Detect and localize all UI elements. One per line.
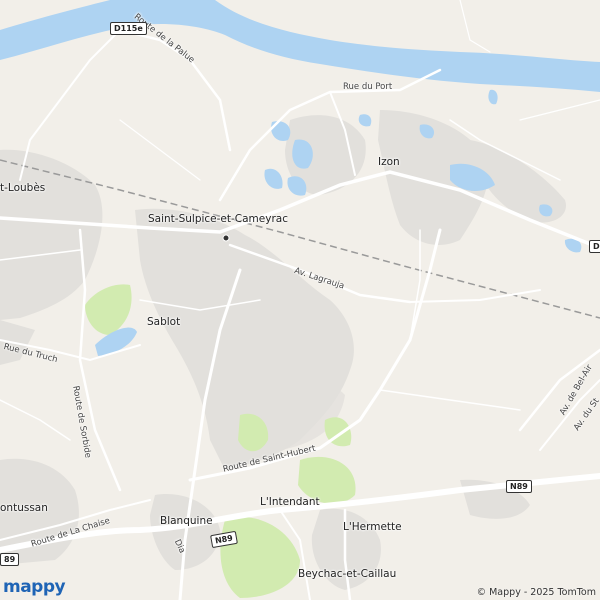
place-lhermette: L'Hermette <box>343 521 402 533</box>
place-saint-sulpice: Saint-Sulpice-et-Cameyrac <box>148 213 288 225</box>
river <box>0 0 600 92</box>
shield-n89-east: N89 <box>506 480 532 493</box>
map-base <box>0 0 600 600</box>
shield-edge-right: D2 <box>589 240 600 253</box>
place-sablot: Sablot <box>147 316 181 328</box>
place-beychac: Beychac-et-Caillau <box>298 568 397 580</box>
shield-d115e: D115e <box>110 22 147 35</box>
map-canvas[interactable]: t-Loubès Saint-Sulpice-et-Cameyrac Izon … <box>0 0 600 600</box>
shield-edge-left: 89 <box>0 553 20 566</box>
place-saint-loubes: t-Loubès <box>0 182 46 194</box>
place-izon: Izon <box>378 156 400 168</box>
copyright-text: © Mappy - 2025 TomTom <box>476 587 596 598</box>
place-lintendant: L'Intendant <box>260 496 320 508</box>
place-blanquine: Blanquine <box>160 515 213 527</box>
mappy-logo[interactable]: mappy <box>3 577 66 597</box>
place-montussan: ontussan <box>0 502 48 514</box>
street-rue-port: Rue du Port <box>343 82 393 92</box>
